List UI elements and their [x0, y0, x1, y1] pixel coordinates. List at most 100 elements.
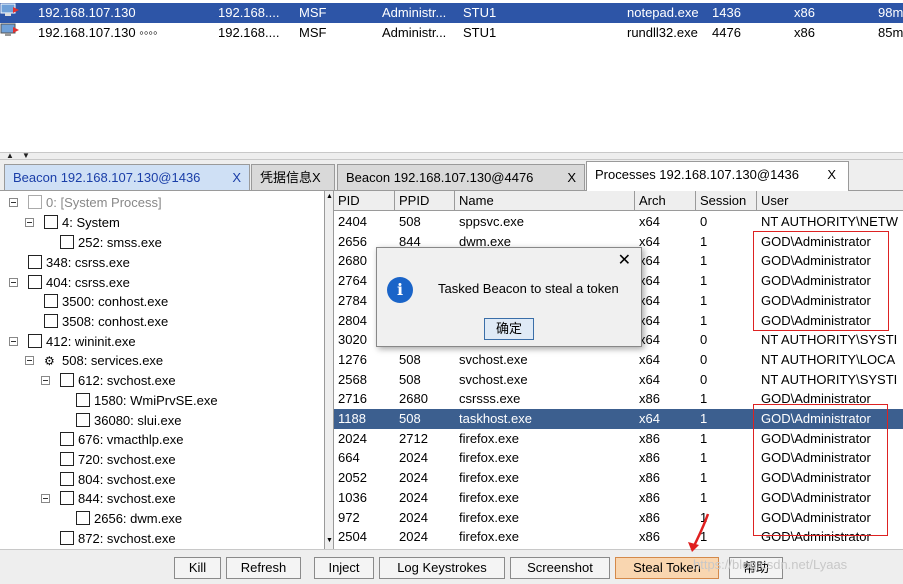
column-header-arch[interactable]: Arch [635, 191, 696, 211]
checkbox[interactable] [28, 275, 42, 289]
tree-node[interactable]: 4: System [25, 213, 120, 233]
collapse-toggle-icon[interactable] [25, 218, 34, 227]
tree-node[interactable]: 612: svchost.exe [41, 371, 176, 391]
cell-name: firefox.exe [459, 470, 519, 486]
tree-node[interactable]: 872: svchost.exe [60, 529, 176, 549]
tree-node[interactable]: 3508: conhost.exe [44, 312, 168, 332]
session-row[interactable]: 192.168.107.130 192.168.... MSF Administ… [0, 3, 903, 23]
screenshot-button[interactable]: Screenshot [510, 557, 610, 579]
collapse-toggle-icon[interactable] [25, 356, 34, 365]
tab-close-icon[interactable]: X [232, 165, 241, 191]
checkbox[interactable] [28, 195, 42, 209]
tab-beacon-4476[interactable]: Beacon 192.168.107.130@4476 X [337, 164, 585, 190]
collapse-toggle-icon[interactable] [9, 198, 18, 207]
table-row[interactable]: 2568 508 svchost.exe x64 0 NT AUTHORITY\SYSTI [334, 370, 903, 390]
splitter-down-icon[interactable]: ▼ [22, 151, 30, 160]
column-header-name[interactable]: Name [455, 191, 635, 211]
tree-node[interactable]: 676: vmacthlp.exe [60, 430, 184, 450]
column-header-ppid[interactable]: PPID [395, 191, 455, 211]
checkbox[interactable] [60, 235, 74, 249]
tab-close-icon[interactable]: X [567, 165, 576, 191]
cell-session: 0 [700, 214, 708, 229]
kill-button[interactable]: Kill [174, 557, 221, 579]
tree-node[interactable]: 0: [System Process] [9, 193, 162, 213]
tab-close-icon[interactable]: X [827, 162, 836, 188]
tree-node[interactable]: 36080: slui.exe [76, 411, 181, 431]
cell-pid: 1188 [338, 411, 366, 426]
scroll-up-icon[interactable]: ▲ [326, 193, 333, 200]
tree-node[interactable]: 404: csrss.exe [9, 273, 130, 293]
tree-node[interactable]: 844: svchost.exe [41, 489, 176, 509]
tab-bar: Beacon 192.168.107.130@1436 X 凭据信息X Beac… [0, 160, 903, 191]
checkbox[interactable] [60, 472, 74, 486]
checkbox[interactable] [28, 255, 42, 269]
column-header-user[interactable]: User [757, 191, 903, 211]
tree-node[interactable]: ⚙ 508: services.exe [25, 351, 163, 371]
tree-node[interactable]: 252: smss.exe [60, 233, 162, 253]
tree-node[interactable]: 412: wininit.exe [9, 332, 136, 352]
column-header-session[interactable]: Session [696, 191, 757, 211]
tree-scrollbar[interactable]: ▲ ▼ [325, 191, 334, 549]
tree-node[interactable]: 804: svchost.exe [60, 470, 176, 490]
cell-session: 1 [700, 312, 708, 328]
cell-pid: 2024 [338, 430, 367, 446]
cell-pid: 2716 [338, 391, 367, 407]
cell-session: 1 [700, 430, 708, 446]
tab-credentials[interactable]: 凭据信息X [251, 164, 335, 190]
dialog-close-icon[interactable]: ✕ [618, 250, 631, 270]
collapse-toggle-icon[interactable] [9, 278, 18, 287]
panel-splitter[interactable]: ▲ ▼ [0, 151, 903, 160]
collapse-toggle-icon[interactable] [9, 337, 18, 346]
tree-node[interactable]: 720: svchost.exe [60, 450, 176, 470]
cell-name: sppsvc.exe [459, 214, 525, 229]
highlight-box [753, 231, 889, 331]
checkbox[interactable] [60, 432, 74, 446]
collapse-toggle-icon[interactable] [41, 494, 50, 503]
cell-arch: x64 [639, 351, 660, 367]
inject-button[interactable]: Inject [314, 557, 374, 579]
checkbox[interactable] [60, 373, 74, 387]
tab-close-icon[interactable]: X [312, 170, 321, 185]
checkbox[interactable] [76, 511, 90, 525]
tab-processes[interactable]: Processes 192.168.107.130@1436 X [586, 161, 849, 191]
checkbox[interactable] [44, 294, 58, 308]
ok-button[interactable]: 确定 [484, 318, 534, 340]
session-pid: 4476 [712, 25, 741, 40]
tree-node[interactable]: 348: csrss.exe [28, 253, 130, 273]
info-dialog: ✕ i Tasked Beacon to steal a token 确定 [376, 247, 642, 347]
checkbox[interactable] [60, 531, 74, 545]
session-row[interactable]: 192.168.107.130 ◦◦◦◦ 192.168.... MSF Adm… [0, 23, 903, 43]
table-row[interactable]: 2404 508 sppsvc.exe x64 0 NT AUTHORITY\NETW [334, 212, 903, 232]
log-keystrokes-button[interactable]: Log Keystrokes [379, 557, 505, 579]
checkbox[interactable] [76, 413, 90, 427]
cell-session: 1 [700, 489, 708, 505]
checkbox[interactable] [60, 452, 74, 466]
session-last: 85m [878, 25, 903, 40]
tab-beacon-1436[interactable]: Beacon 192.168.107.130@1436 X [4, 164, 250, 190]
refresh-button[interactable]: Refresh [226, 557, 301, 579]
checkbox[interactable] [76, 393, 90, 407]
collapse-toggle-icon[interactable] [41, 376, 50, 385]
scroll-down-icon[interactable]: ▼ [326, 537, 333, 544]
checkbox[interactable] [44, 314, 58, 328]
cell-ppid: 508 [399, 411, 421, 426]
checkbox[interactable] [44, 215, 58, 229]
cell-user: NT AUTHORITY\SYSTI [761, 371, 898, 387]
cell-name: svchost.exe [459, 371, 528, 387]
cell-session: 1 [700, 233, 708, 249]
cell-pid: 2764 [338, 273, 367, 289]
table-row[interactable]: 1276 508 svchost.exe x64 0 NT AUTHORITY\LOCA [334, 350, 903, 370]
tree-node[interactable]: 2656: dwm.exe [76, 509, 182, 529]
checkbox[interactable] [28, 334, 42, 348]
tree-node[interactable]: 1580: WmiPrvSE.exe [76, 391, 218, 411]
session-user: Administr... [382, 5, 447, 20]
tree-node[interactable]: 3500: conhost.exe [44, 292, 168, 312]
info-icon: i [387, 277, 413, 303]
cell-ppid: 508 [399, 351, 421, 367]
cell-pid: 1036 [338, 489, 367, 505]
column-header-pid[interactable]: PID [334, 191, 395, 211]
checkbox[interactable] [60, 491, 74, 505]
splitter-up-icon[interactable]: ▲ [6, 151, 14, 160]
cell-pid: 2052 [338, 470, 367, 486]
cell-ppid: 2024 [399, 470, 428, 486]
